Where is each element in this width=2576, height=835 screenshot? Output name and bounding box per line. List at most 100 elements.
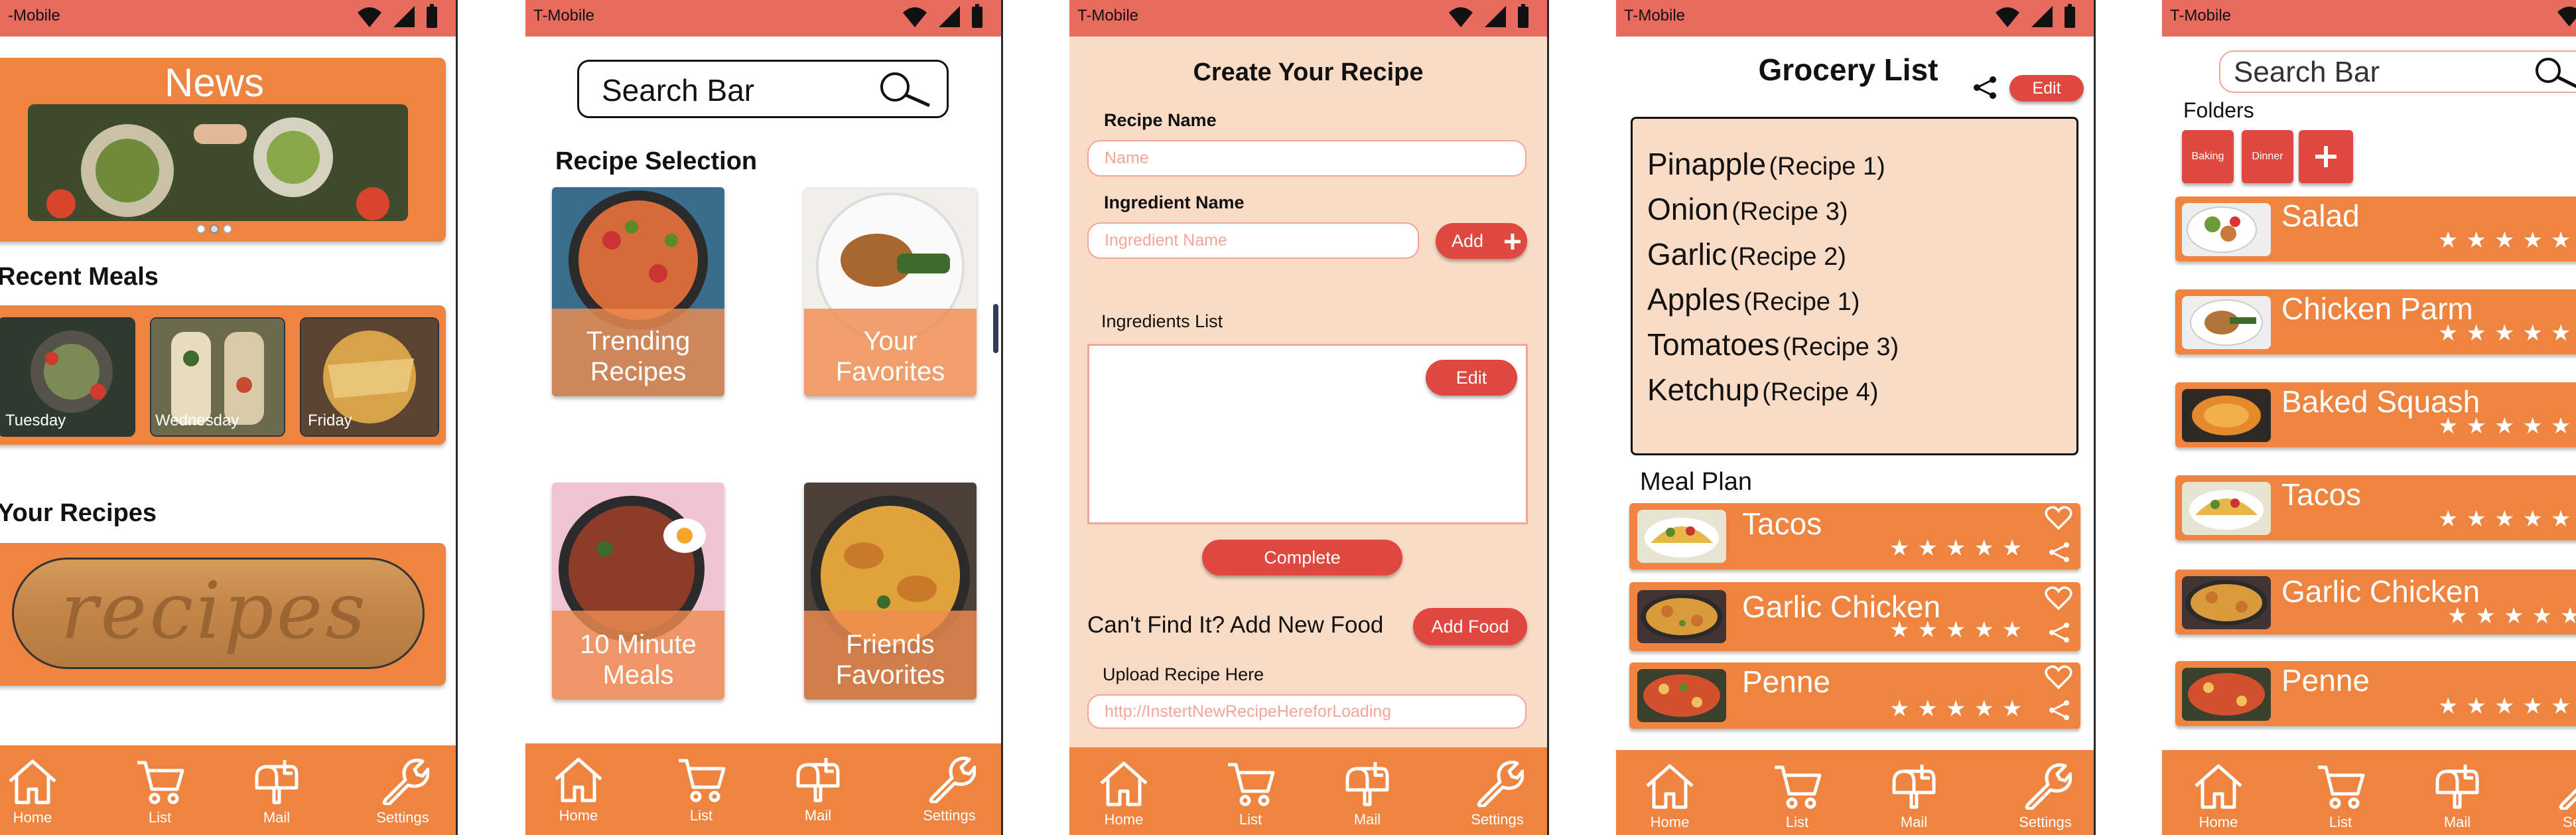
share-icon[interactable] [2047, 698, 2071, 722]
search-bar[interactable]: Search Bar [2219, 50, 2576, 93]
grocery-item-recipe: (Recipe 1) [1769, 153, 1885, 181]
share-icon[interactable] [2047, 540, 2071, 564]
nav-mail[interactable]: Mail [240, 757, 313, 826]
recipe-row[interactable]: Garlic Chicken ★★★★★ [2175, 569, 2576, 635]
recipe-rating[interactable]: ★★★★★ [2438, 227, 2576, 254]
edit-ingredients-label: Edit [1456, 368, 1487, 388]
recipe-rating[interactable]: ★★★★★ [2438, 506, 2576, 532]
share-icon[interactable] [1972, 74, 1998, 101]
nav-mail[interactable]: Mail [2421, 762, 2494, 831]
ingredient-name-input[interactable]: Ingredient Name [1087, 222, 1419, 259]
nav-settings[interactable]: Settings [1461, 759, 1534, 828]
recipe-rating[interactable]: ★★★★★ [2447, 603, 2576, 629]
recipes-board-image[interactable]: recipes [12, 558, 425, 669]
add-folder-button[interactable] [2299, 130, 2353, 183]
grocery-item[interactable]: Onion (Recipe 3) [1647, 190, 1899, 236]
bottom-nav: Home List Mail Settings [1069, 747, 1547, 835]
carousel-dot[interactable] [223, 224, 232, 234]
recipe-row[interactable]: Salad ★★★★★ [2175, 196, 2576, 262]
recipe-row[interactable]: Baked Squash ★★★★★ [2175, 382, 2576, 447]
meal-rating[interactable]: ★★★★★ [1889, 696, 2030, 722]
heart-icon[interactable] [2045, 506, 2072, 531]
edit-ingredients-button[interactable]: Edit [1426, 360, 1517, 396]
wifi-icon [358, 7, 381, 27]
search-icon[interactable] [878, 71, 932, 108]
nav-mail[interactable]: Mail [781, 755, 854, 824]
recent-meal-label: Friday [308, 412, 352, 429]
nav-settings[interactable]: Settings [2009, 762, 2082, 831]
nav-settings[interactable]: Se [2543, 762, 2576, 831]
carrier-label: T-Mobile [2170, 7, 2232, 25]
grocery-item[interactable]: Tomatoes (Recipe 3) [1647, 326, 1899, 371]
news-image[interactable] [28, 104, 408, 221]
cart-icon [1228, 763, 1275, 806]
grocery-item[interactable]: Ketchup (Recipe 4) [1647, 371, 1899, 416]
meal-plan-row[interactable]: Penne ★★★★★ [1629, 662, 2080, 729]
scrollbar-thumb[interactable] [993, 304, 998, 353]
add-ingredient-button[interactable]: Add [1436, 223, 1527, 259]
nav-mail[interactable]: Mail [1331, 759, 1404, 828]
grocery-item[interactable]: Apples (Recipe 1) [1647, 281, 1899, 326]
heart-icon[interactable] [2045, 665, 2072, 690]
meal-plan-row[interactable]: Garlic Chicken ★★★★★ [1629, 582, 2080, 651]
recipes-logo-text: recipes [60, 565, 368, 656]
meal-rating[interactable]: ★★★★★ [1889, 535, 2030, 562]
upload-url-input[interactable]: http://InstertNewRecipeHereforLoading [1087, 694, 1526, 729]
nav-list[interactable]: List [2304, 762, 2377, 831]
grocery-item-name: Tomatoes [1647, 327, 1780, 362]
recipe-name: Tacos [2281, 477, 2362, 512]
complete-button[interactable]: Complete [1202, 540, 1402, 575]
tile-your-favorites[interactable]: Your Favorites [804, 187, 977, 396]
search-bar[interactable]: Search Bar [577, 60, 949, 118]
nav-list[interactable]: List [665, 755, 738, 824]
wifi-icon [1449, 7, 1473, 27]
heart-icon[interactable] [2045, 586, 2072, 611]
recipe-rating[interactable]: ★★★★★ [2438, 693, 2576, 720]
nav-list[interactable]: List [1761, 762, 1834, 831]
folder-dinner[interactable]: Dinner [2242, 130, 2293, 183]
recipe-row[interactable]: Penne ★★★★★ [2175, 661, 2576, 726]
recent-meals-title: Recent Meals [0, 263, 159, 291]
carousel-dot-active[interactable] [210, 224, 219, 234]
tile-trending-recipes[interactable]: Trending Recipes [552, 187, 724, 396]
folder-baking[interactable]: Baking [2182, 130, 2234, 183]
recipe-rating[interactable]: ★★★★★ [2438, 413, 2576, 439]
nav-home[interactable]: Home [2182, 762, 2255, 831]
search-icon[interactable] [2532, 57, 2576, 89]
carousel-dot[interactable] [196, 224, 206, 234]
nav-list[interactable]: List [1214, 759, 1287, 828]
nav-settings[interactable]: Settings [913, 755, 986, 824]
recipe-row[interactable]: Tacos ★★★★★ [2175, 475, 2576, 540]
nav-list[interactable]: List [123, 757, 196, 826]
nav-home[interactable]: Home [0, 757, 69, 826]
meal-rating[interactable]: ★★★★★ [1889, 617, 2030, 643]
add-food-button[interactable]: Add Food [1413, 608, 1527, 645]
tile-friends-favorites[interactable]: Friends Favorites [804, 483, 977, 700]
edit-grocery-button[interactable]: Edit [2009, 75, 2084, 102]
nav-mail[interactable]: Mail [1877, 762, 1950, 831]
tile-label-line2: Recipes [590, 357, 687, 386]
carousel-dots[interactable] [196, 224, 232, 234]
home-icon [555, 757, 602, 802]
meal-plan-row[interactable]: Tacos ★★★★★ [1629, 503, 2080, 569]
share-icon[interactable] [2047, 621, 2071, 645]
status-bar: T-Mobile [2162, 0, 2576, 37]
recipe-row[interactable]: Chicken Parm ★★★★★ [2175, 289, 2576, 354]
mailbox-icon [2435, 765, 2479, 809]
grocery-item[interactable]: Garlic (Recipe 2) [1647, 236, 1899, 281]
complete-label: Complete [1264, 548, 1341, 568]
recipe-rating[interactable]: ★★★★★ [2438, 320, 2576, 346]
home-icon [9, 759, 56, 804]
tile-10-minute-meals[interactable]: 10 Minute Meals [552, 483, 724, 700]
ingredient-name-label: Ingredient Name [1104, 192, 1245, 212]
grocery-item[interactable]: Pinapple (Recipe 1) [1647, 145, 1899, 190]
nav-home[interactable]: Home [1633, 762, 1706, 831]
nav-settings[interactable]: Settings [366, 757, 439, 826]
ingredient-name-placeholder: Ingredient Name [1105, 231, 1227, 250]
nav-home[interactable]: Home [1087, 759, 1160, 828]
status-icons [2556, 4, 2576, 28]
nav-home[interactable]: Home [542, 755, 615, 824]
nav-mail-label: Mail [1900, 814, 1928, 830]
tile-label: Friends Favorites [804, 629, 977, 690]
recipe-name-input[interactable]: Name [1087, 140, 1526, 177]
